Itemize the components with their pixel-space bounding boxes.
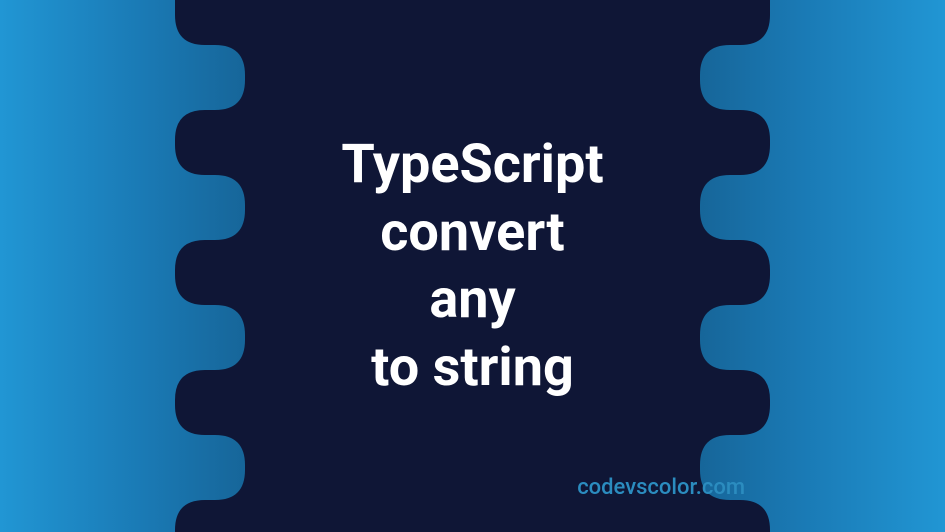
title-line-2: convert xyxy=(341,199,603,267)
content-wrapper: TypeScript convert any to string xyxy=(0,0,945,532)
title-line-1: TypeScript xyxy=(341,131,603,199)
banner-canvas: TypeScript convert any to string codevsc… xyxy=(0,0,945,532)
main-title: TypeScript convert any to string xyxy=(341,131,603,401)
title-line-4: to string xyxy=(341,334,603,402)
title-line-3: any xyxy=(341,266,603,334)
watermark-text: codevscolor.com xyxy=(577,475,745,500)
